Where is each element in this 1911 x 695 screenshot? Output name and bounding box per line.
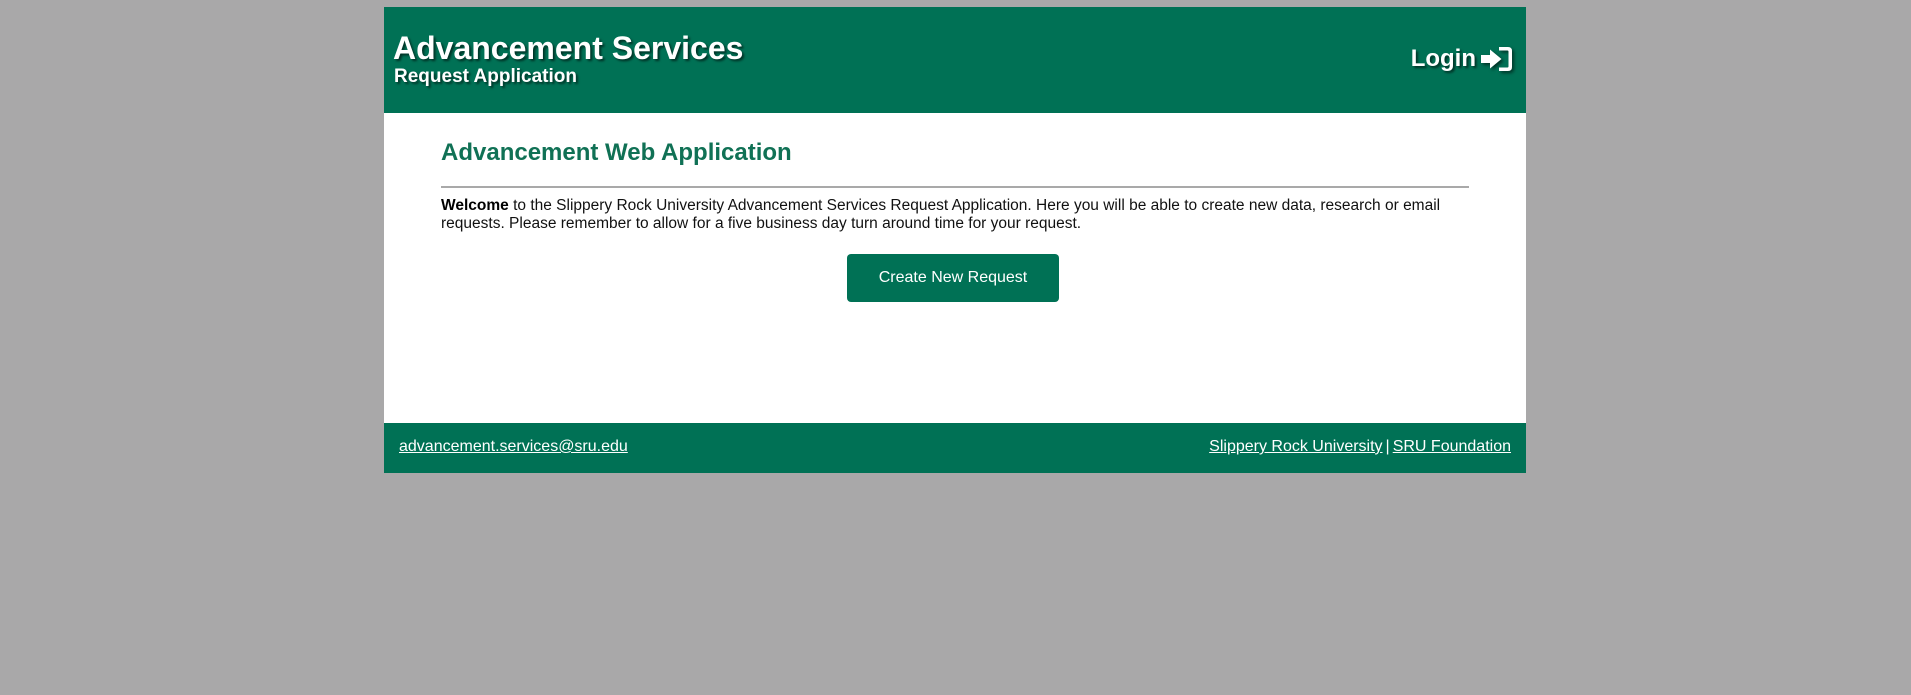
welcome-bold: Welcome [441,197,509,214]
app-frame: Advancement Services Request Application… [384,7,1526,473]
login-label: Login [1410,45,1476,72]
email-link[interactable]: advancement.services@sru.edu [399,438,628,456]
welcome-text: to the Slippery Rock University Advancem… [441,197,1441,232]
slippery-rock-university-link[interactable]: Slippery Rock University [1209,438,1382,455]
site-footer: advancement.services@sru.edu Slippery Ro… [384,423,1526,473]
welcome-message: Welcome to the Slippery Rock University … [441,197,1469,233]
brand-subtitle: Request Application [394,66,577,87]
create-new-request-button[interactable]: Create New Request [847,254,1059,302]
footer-links: Slippery Rock University | SRU Foundation [1209,438,1511,456]
sru-foundation-link[interactable]: SRU Foundation [1393,438,1511,455]
footer-separator: | [1385,438,1390,455]
login-button[interactable]: Login [1411,45,1514,73]
page-title: Advancement Web Application [441,139,792,166]
sign-in-icon [1480,45,1514,73]
site-header: Advancement Services Request Application… [384,7,1526,113]
divider [441,186,1469,188]
brand-title: Advancement Services [393,30,744,66]
